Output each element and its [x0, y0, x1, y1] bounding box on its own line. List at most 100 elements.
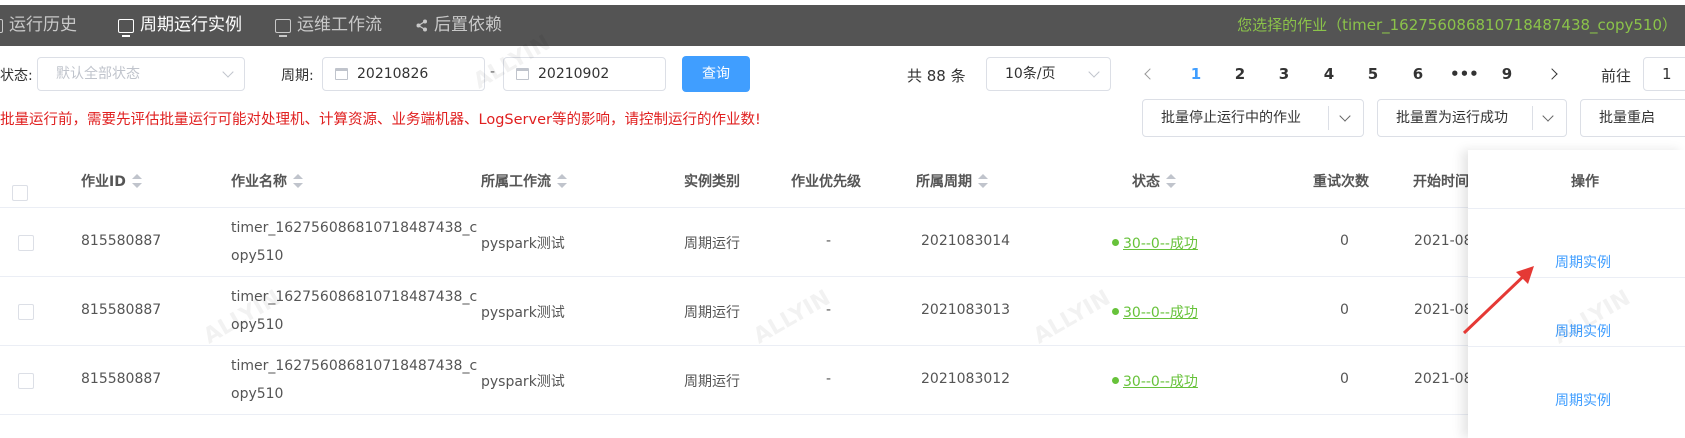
period-label: 周期: — [281, 68, 314, 84]
top-nav-bar: 运行历史 周期运行实例 运维工作流 后置依赖 您选择的作业（timer_1627… — [0, 0, 1685, 52]
cell-job-id: 815580887 — [81, 233, 162, 249]
sort-icon[interactable] — [557, 174, 567, 188]
date-end-value: 20210902 — [538, 66, 610, 82]
goto-page-input[interactable]: 1 — [1643, 57, 1685, 91]
th-operations: 操作 — [1571, 174, 1599, 190]
th-retries: 重试次数 — [1313, 174, 1369, 190]
tab-label: 后置依赖 — [434, 15, 502, 35]
th-priority: 作业优先级 — [791, 174, 861, 190]
cell-priority: - — [826, 371, 832, 387]
table-header: 作业ID 作业名称 所属工作流 实例类别 作业优先级 所属周期 状态 重试次数 … — [0, 150, 1685, 208]
tab-periodic-instances[interactable]: 周期运行实例 — [118, 5, 242, 46]
table-row: 815580887 timer_162756086810718487438_c o… — [0, 346, 1685, 415]
th-status[interactable]: 状态 — [1132, 171, 1176, 191]
tab-run-history[interactable]: 运行历史 — [0, 5, 77, 46]
cell-instance-type: 周期运行 — [684, 374, 740, 390]
divider — [1328, 106, 1329, 130]
sort-icon[interactable] — [293, 174, 303, 188]
filter-row: 状态: 默认全部状态 周期: 20210826 - 20210902 查询 共 … — [0, 55, 1685, 93]
query-button[interactable]: 查询 — [682, 56, 750, 92]
cell-workflow: pyspark测试 — [481, 374, 565, 390]
cell-job-name: timer_162756086810718487438_c opy510 — [231, 289, 478, 333]
chevron-down-icon[interactable] — [1339, 110, 1351, 122]
page-4[interactable]: 4 — [1317, 65, 1341, 83]
page-9[interactable]: 9 — [1495, 65, 1519, 83]
cell-workflow: pyspark测试 — [481, 236, 565, 252]
success-dot-icon — [1112, 377, 1119, 384]
prev-page-icon[interactable] — [1144, 68, 1156, 80]
page-3[interactable]: 3 — [1272, 65, 1296, 83]
select-all-checkbox[interactable] — [12, 185, 28, 201]
page-more[interactable]: ••• — [1450, 65, 1479, 83]
th-job-id[interactable]: 作业ID — [81, 171, 142, 191]
divider — [1468, 208, 1685, 209]
divider — [1532, 106, 1533, 130]
th-period[interactable]: 所属周期 — [916, 171, 988, 191]
cell-start-time: 2021-08 — [1414, 302, 1473, 318]
periodic-instance-link[interactable]: 周期实例 — [1555, 321, 1611, 341]
date-start-input[interactable]: 20210826 — [322, 57, 485, 91]
next-page-icon[interactable] — [1546, 68, 1558, 80]
date-end-input[interactable]: 20210902 — [503, 57, 666, 91]
periodic-instance-link[interactable]: 周期实例 — [1555, 252, 1611, 272]
cell-start-time: 2021-08 — [1414, 371, 1473, 387]
total-count: 共 88 条 — [907, 67, 966, 85]
date-start-value: 20210826 — [357, 66, 429, 82]
page-5[interactable]: 5 — [1361, 65, 1385, 83]
tab-label: 运维工作流 — [297, 15, 382, 35]
periodic-instance-link[interactable]: 周期实例 — [1555, 390, 1611, 410]
row-checkbox[interactable] — [18, 235, 34, 251]
selected-job-label: 您选择的作业（timer_16275608681071848​7438_copy… — [1237, 16, 1677, 34]
tab-label: 运行历史 — [9, 15, 77, 35]
divider — [1468, 346, 1685, 347]
batch-mark-success-button[interactable]: 批量置为运行成功 — [1377, 99, 1567, 137]
status-link[interactable]: 30--0--成功 — [1112, 371, 1198, 391]
chevron-down-icon — [1088, 66, 1100, 78]
monitor-icon — [118, 18, 134, 37]
status-link[interactable]: 30--0--成功 — [1112, 233, 1198, 253]
workflow-icon — [275, 18, 291, 37]
batch-mark-success-label: 批量置为运行成功 — [1396, 110, 1508, 126]
cell-period: 2021083012 — [921, 371, 1011, 387]
status-select[interactable]: 默认全部状态 — [37, 57, 245, 91]
status-select-placeholder: 默认全部状态 — [56, 66, 140, 82]
sort-icon[interactable] — [131, 174, 142, 188]
page-size-value: 10条/页 — [1005, 66, 1056, 82]
page-6[interactable]: 6 — [1406, 65, 1430, 83]
row-checkbox[interactable] — [18, 373, 34, 389]
table-row: 815580887 timer_162756086810718487438_c o… — [0, 277, 1685, 346]
divider — [1468, 277, 1685, 278]
row-checkbox[interactable] — [18, 304, 34, 320]
batch-restart-button[interactable]: 批量重启 — [1580, 99, 1685, 137]
page-size-select[interactable]: 10条/页 — [986, 57, 1111, 91]
status-link[interactable]: 30--0--成功 — [1112, 302, 1198, 322]
goto-label: 前往 — [1601, 67, 1632, 85]
th-job-name[interactable]: 作业名称 — [231, 171, 303, 191]
sort-icon[interactable] — [1166, 174, 1176, 188]
page-1[interactable]: 1 — [1184, 65, 1208, 83]
share-icon — [416, 19, 427, 32]
cell-workflow: pyspark测试 — [481, 305, 565, 321]
table-row: 815580887 timer_162756086810718487438_c o… — [0, 208, 1685, 277]
batch-stop-button[interactable]: 批量停止运行中的作业 — [1142, 99, 1364, 137]
batch-warning-text: 批量运行前，需要先评估批量运行可能对处理机、计算资源、业务端机器、LogServ… — [0, 112, 761, 128]
tab-post-dependency[interactable]: 后置依赖 — [416, 5, 502, 46]
cell-job-id: 815580887 — [81, 302, 162, 318]
cell-period: 2021083013 — [921, 302, 1011, 318]
tab-ops-workflow[interactable]: 运维工作流 — [275, 5, 382, 46]
batch-restart-label: 批量重启 — [1599, 110, 1655, 126]
cell-job-name: timer_162756086810718487438_c opy510 — [231, 358, 478, 402]
tab-label: 周期运行实例 — [140, 15, 242, 35]
chevron-down-icon[interactable] — [1542, 110, 1554, 122]
th-workflow[interactable]: 所属工作流 — [481, 171, 567, 191]
calendar-icon — [335, 68, 348, 80]
operations-column: 操作 周期实例 周期实例 周期实例 — [1468, 150, 1685, 438]
cell-job-name: timer_162756086810718487438_c opy510 — [231, 220, 478, 264]
cell-priority: - — [826, 302, 832, 318]
page-2[interactable]: 2 — [1228, 65, 1252, 83]
chevron-down-icon — [222, 66, 234, 78]
cell-start-time: 2021-08 — [1414, 233, 1473, 249]
th-start-time: 开始时间 — [1413, 174, 1469, 190]
sort-icon[interactable] — [978, 174, 988, 188]
calendar-icon — [516, 68, 529, 80]
